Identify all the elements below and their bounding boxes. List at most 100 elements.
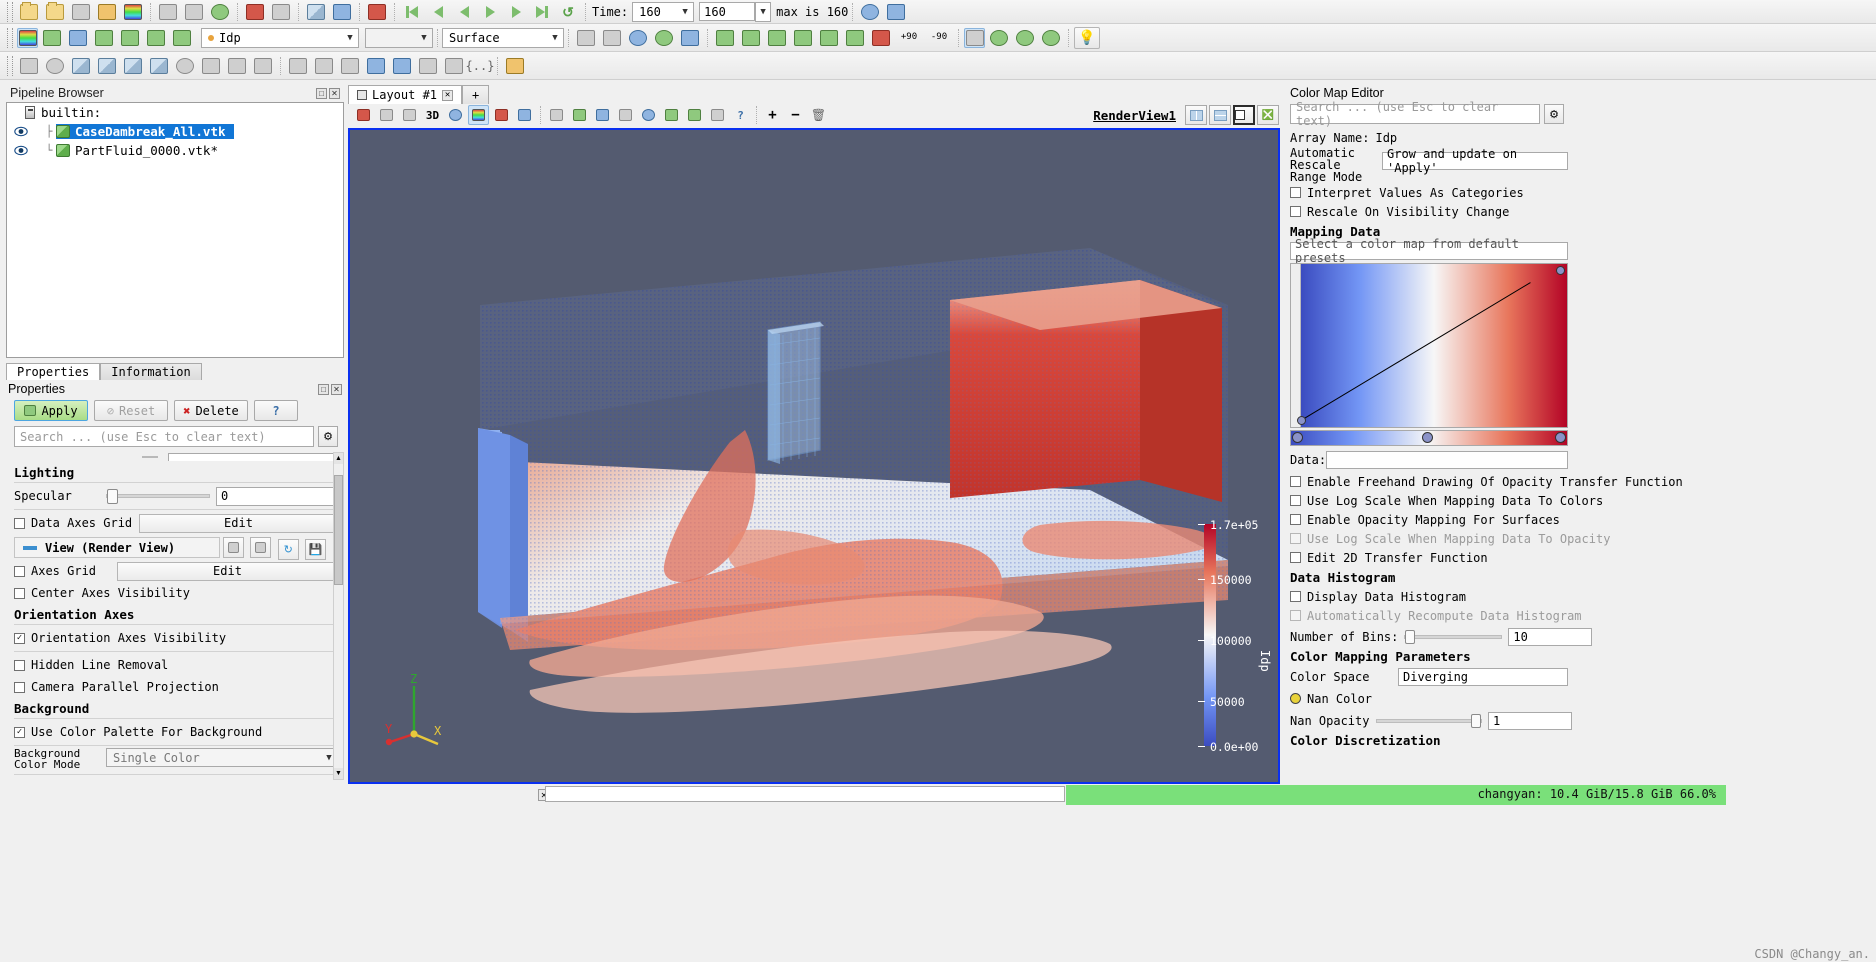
- hidden-line-removal-checkbox[interactable]: [14, 659, 25, 671]
- play-reverse-button[interactable]: [452, 1, 476, 23]
- rescale-to-temporal-range-button[interactable]: [144, 27, 168, 49]
- data-axes-grid-edit-button[interactable]: Edit: [139, 513, 338, 533]
- view-render-view-section[interactable]: View (Render View): [14, 537, 220, 558]
- filter-clip-button[interactable]: [69, 55, 93, 77]
- opacity-node-right[interactable]: [1556, 266, 1565, 275]
- grow-selection-button[interactable]: [661, 105, 682, 125]
- tab-information[interactable]: Information: [100, 363, 202, 380]
- rescale-visible-range-button[interactable]: [170, 27, 194, 49]
- auto-recompute-histogram-checkbox[interactable]: [1290, 610, 1301, 621]
- apply-button[interactable]: Apply: [14, 400, 88, 421]
- number-of-bins-slider[interactable]: [1404, 629, 1503, 644]
- scroll-thumb[interactable]: [334, 475, 343, 585]
- nan-color-swatch-icon[interactable]: [1290, 693, 1301, 704]
- select-block-button[interactable]: [1039, 27, 1063, 49]
- play-button[interactable]: [478, 1, 502, 23]
- undo-camera-button[interactable]: [304, 1, 328, 23]
- filter-curly-braces-button[interactable]: {..}: [466, 55, 495, 77]
- edit-color-map-button[interactable]: [40, 27, 64, 49]
- specular-slider[interactable]: [106, 489, 210, 504]
- restore-defaults-button[interactable]: ↻: [277, 539, 299, 560]
- close-layout-icon[interactable]: ✕: [442, 89, 454, 101]
- camera-view-button[interactable]: [399, 105, 420, 125]
- last-frame-button[interactable]: [530, 1, 554, 23]
- reset-camera-button[interactable]: [574, 27, 598, 49]
- select-frustum-cells-button[interactable]: [491, 105, 512, 125]
- delete-view-button[interactable]: 🗑: [808, 105, 829, 125]
- number-of-bins-input[interactable]: 10: [1508, 627, 1593, 646]
- axes-grid-checkbox[interactable]: [14, 565, 25, 577]
- pos-z-button[interactable]: [817, 27, 841, 49]
- interpret-values-checkbox[interactable]: [1290, 187, 1301, 198]
- interactive-select-cells-button[interactable]: [569, 105, 590, 125]
- frame-spin[interactable]: ▼: [755, 1, 772, 22]
- rescale-to-data-range-button[interactable]: [92, 27, 116, 49]
- slider-knob[interactable]: [1405, 629, 1416, 644]
- data-axes-grid-checkbox[interactable]: [14, 517, 25, 529]
- nan-opacity-input[interactable]: 1: [1488, 711, 1572, 730]
- undo-camera-view-button[interactable]: [353, 105, 374, 125]
- orientation-axes-visibility-checkbox[interactable]: ✓: [14, 632, 25, 644]
- filter-calculator-button[interactable]: [17, 55, 41, 77]
- visibility-eye-icon[interactable]: [13, 124, 28, 139]
- use-color-palette-checkbox[interactable]: ✓: [14, 726, 25, 738]
- properties-close-button[interactable]: ✕: [331, 384, 342, 395]
- pipeline-close-button[interactable]: ✕: [329, 87, 340, 99]
- filter-ruler-button[interactable]: [503, 55, 527, 77]
- select-frustum-points-button[interactable]: [514, 105, 535, 125]
- split-horizontal-button[interactable]: [1185, 105, 1207, 125]
- filter-glyph-button[interactable]: [173, 55, 197, 77]
- save-data-button[interactable]: [69, 1, 93, 23]
- background-color-mode-combo[interactable]: Single Color ▼: [106, 748, 338, 767]
- log-scale-opacity-checkbox[interactable]: [1290, 533, 1301, 544]
- select-points-button[interactable]: [987, 27, 1011, 49]
- previous-frame-button[interactable]: [426, 1, 450, 23]
- remove-view-button[interactable]: −: [785, 105, 806, 125]
- undo-button[interactable]: [243, 1, 267, 23]
- properties-scrollbar[interactable]: ▲ ▼: [333, 452, 344, 780]
- zoom-closest-button[interactable]: [884, 1, 908, 23]
- open-file-button[interactable]: [17, 1, 41, 23]
- toggle-color-legend-button[interactable]: [17, 27, 38, 48]
- opacity-node-left[interactable]: [1297, 416, 1306, 425]
- save-settings-button[interactable]: 💾: [305, 539, 327, 560]
- shrink-selection-button[interactable]: [684, 105, 705, 125]
- filter-warp-button[interactable]: [225, 55, 249, 77]
- display-histogram-checkbox[interactable]: [1290, 591, 1301, 602]
- toggle-3d-button[interactable]: 3D: [422, 105, 443, 125]
- select-points-on-button[interactable]: [468, 105, 489, 125]
- hover-cells-button[interactable]: [615, 105, 636, 125]
- interactive-select-points-button[interactable]: [592, 105, 613, 125]
- connect-button[interactable]: [156, 1, 180, 23]
- opacity-mapping-checkbox[interactable]: [1290, 514, 1301, 525]
- zoom-to-box-button[interactable]: [600, 27, 624, 49]
- time-value-combo[interactable]: 160 ▼: [632, 1, 695, 22]
- add-view-button[interactable]: +: [762, 105, 783, 125]
- array-selector-combo[interactable]: Idp ▼: [201, 27, 359, 48]
- scroll-up-arrow[interactable]: ▲: [334, 453, 343, 464]
- pipeline-server-row[interactable]: builtin:: [7, 103, 343, 122]
- filter-slice-button[interactable]: [95, 55, 119, 77]
- hover-points-button[interactable]: [638, 105, 659, 125]
- pipeline-item-partfluid[interactable]: └ PartFluid_0000.vtk*: [7, 141, 343, 160]
- redo-button[interactable]: [269, 1, 293, 23]
- select-frustum-button[interactable]: [1013, 27, 1037, 49]
- light-kit-button[interactable]: 💡: [1074, 26, 1100, 49]
- disconnect-button[interactable]: [182, 1, 206, 23]
- loop-button[interactable]: ↺: [556, 1, 580, 23]
- auto-rescale-combo[interactable]: Grow and update on 'Apply': [1382, 147, 1568, 175]
- rotate-minus-90-button[interactable]: -90: [925, 27, 953, 49]
- camera-parallel-projection-checkbox[interactable]: [14, 681, 25, 693]
- close-view-button[interactable]: ❎: [1257, 105, 1279, 125]
- filter-threshold-button[interactable]: [121, 55, 145, 77]
- center-on-data-button[interactable]: [652, 27, 676, 49]
- transfer-function-editor[interactable]: [1290, 263, 1568, 428]
- color-space-combo[interactable]: Diverging: [1398, 667, 1568, 686]
- nan-opacity-slider[interactable]: [1376, 713, 1482, 728]
- filter-gradient-button[interactable]: [390, 55, 414, 77]
- toolbar-grip[interactable]: [7, 55, 13, 76]
- clear-selection-button[interactable]: [707, 105, 728, 125]
- zoom-to-data-button2[interactable]: [626, 27, 650, 49]
- color-node-left[interactable]: [1292, 432, 1303, 443]
- neg-z-button[interactable]: [843, 27, 867, 49]
